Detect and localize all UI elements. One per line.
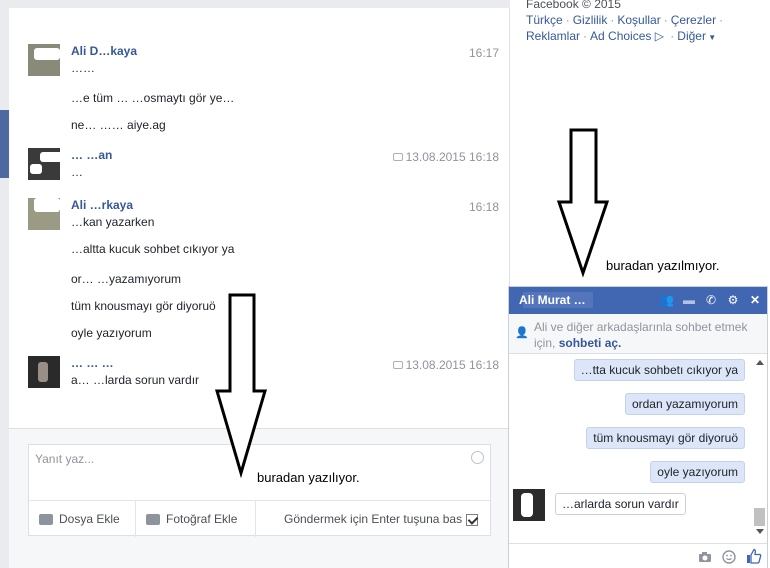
gear-icon[interactable]: ⚙ xyxy=(727,294,739,306)
footer-link-ad-choices[interactable]: Ad Choices xyxy=(590,29,651,43)
sender-avatar[interactable] xyxy=(28,148,60,180)
paperclip-icon xyxy=(39,514,53,526)
video-call-icon[interactable]: ▬ xyxy=(683,294,695,306)
message-line: oyle yazıyorum xyxy=(71,326,152,340)
footer-links: Facebook © 2015 Türkçe · Gizlilik · Koşullar… xyxy=(526,0,766,46)
chat-notice: 👤 Ali ve diğer arkadaşlarınla sohbet etm… xyxy=(509,314,767,354)
sender-name[interactable]: Ali D…kaya xyxy=(71,44,137,58)
footer-link-terms[interactable]: Koşullar xyxy=(617,13,660,27)
open-chat-link[interactable]: sohbeti aç. xyxy=(559,336,622,350)
message-time: 16:18 xyxy=(468,200,499,214)
footer-link-cookies[interactable]: Çerezler xyxy=(671,13,716,27)
reply-input[interactable]: Yanıt yaz... xyxy=(35,452,94,466)
sender-avatar[interactable] xyxy=(28,198,60,230)
message-time: 13.08.2015 16:18 xyxy=(392,150,499,164)
reply-icon xyxy=(392,360,403,369)
sender-avatar[interactable] xyxy=(28,356,60,388)
checkbox-icon[interactable] xyxy=(466,513,479,526)
message-line: …altta kucuk sohbet cıkıyor ya xyxy=(71,242,235,256)
message-line: … xyxy=(71,165,83,179)
message-time: 13.08.2015 16:18 xyxy=(392,358,499,372)
screenshot: Ali D…kaya 16:17 …… …e tüm … …osmaytı gö… xyxy=(0,0,770,568)
attach-file-button[interactable]: Dosya Ekle xyxy=(39,501,120,537)
message-group: Ali D…kaya 16:17 …… …e tüm … …osmaytı gö… xyxy=(9,44,499,134)
message-line: …kan yazarken xyxy=(71,215,155,229)
chat-notice-text: Ali ve diğer arkadaşlarınla sohbet etmek… xyxy=(534,320,748,350)
chat-window: Ali Murat … 👥 ▬ ✆ ⚙ ✕ 👤 Ali ve diğer ark… xyxy=(508,286,768,568)
chat-message-out: …tta kucuk sohbetı cıkıyor ya xyxy=(573,359,745,381)
chat-input-bar[interactable] xyxy=(509,543,767,568)
message-line: …e tüm … …osmaytı gör ye… xyxy=(71,91,235,105)
chat-message-out: ordan yazamıyorum xyxy=(624,393,745,415)
chat-message-out: oyle yazıyorum xyxy=(650,461,745,483)
toolbar-divider xyxy=(135,501,136,537)
left-background-strip xyxy=(0,0,9,568)
scroll-down-icon[interactable] xyxy=(756,529,764,534)
message-time: 16:17 xyxy=(468,46,499,60)
message-line: ne… …… aiye.ag xyxy=(71,118,166,132)
enter-to-send-toggle[interactable]: Göndermek için Enter tuşuna bas xyxy=(284,501,479,537)
toolbar-divider xyxy=(255,501,256,537)
top-background-strip xyxy=(0,0,510,8)
footer-link-language[interactable]: Türkçe xyxy=(526,13,563,27)
chat-scrollbar[interactable] xyxy=(754,355,765,543)
close-icon[interactable]: ✕ xyxy=(749,294,761,306)
sender-name[interactable]: … …an xyxy=(71,148,112,162)
message-line: …… xyxy=(71,61,95,75)
scroll-up-icon[interactable] xyxy=(756,360,764,365)
emoji-icon[interactable] xyxy=(722,550,736,564)
chat-message-out: tüm knousmayı gör diyoruö xyxy=(586,427,745,449)
ad-choices-icon: ▷ xyxy=(651,29,668,43)
people-icon: 👤 xyxy=(515,327,529,339)
chat-title[interactable]: Ali Murat … xyxy=(519,293,586,307)
message-line: or… …yazamıyorum xyxy=(71,272,182,286)
message-line: tüm knousmayı gör diyoruö xyxy=(71,299,216,313)
reply-icon xyxy=(392,152,403,161)
sender-name[interactable]: … … … xyxy=(71,356,114,370)
sender-name[interactable]: Ali …rkaya xyxy=(71,198,133,212)
footer-link-ads[interactable]: Reklamlar xyxy=(526,29,580,43)
footer-link-privacy[interactable]: Gizlilik xyxy=(573,13,608,27)
scroll-thumb[interactable] xyxy=(754,508,765,526)
composer-toolbar: Dosya Ekle Fotoğraf Ekle Göndermek için … xyxy=(29,500,490,537)
down-arrow-annotation xyxy=(556,128,610,278)
emoji-icon[interactable] xyxy=(471,451,484,464)
camera-icon xyxy=(146,514,160,526)
phone-icon[interactable]: ✆ xyxy=(705,294,717,306)
down-arrow-annotation xyxy=(214,293,268,478)
add-friend-icon[interactable]: 👥 xyxy=(659,294,674,306)
chat-header[interactable]: Ali Murat … 👥 ▬ ✆ ⚙ ✕ xyxy=(509,287,767,314)
like-icon[interactable] xyxy=(746,548,762,564)
message-line: a… …larda sorun vardır xyxy=(71,373,200,387)
left-nav-accent xyxy=(0,110,9,178)
add-photo-button[interactable]: Fotoğraf Ekle xyxy=(146,501,237,537)
camera-icon[interactable] xyxy=(698,550,712,564)
chevron-down-icon: ▼ xyxy=(705,33,717,42)
footer-copyright: Facebook © 2015 xyxy=(526,0,621,11)
chat-message-in: …arlarda sorun vardır xyxy=(555,493,686,515)
footer-link-more[interactable]: Diğer xyxy=(677,29,706,43)
message-group: … …an 13.08.2015 16:18 … xyxy=(9,148,499,188)
chat-sender-avatar[interactable] xyxy=(513,489,545,521)
annotation-working: buradan yazılıyor. xyxy=(257,470,360,485)
annotation-not-working: buradan yazılmıyor. xyxy=(606,258,720,273)
sender-avatar[interactable] xyxy=(28,44,60,76)
